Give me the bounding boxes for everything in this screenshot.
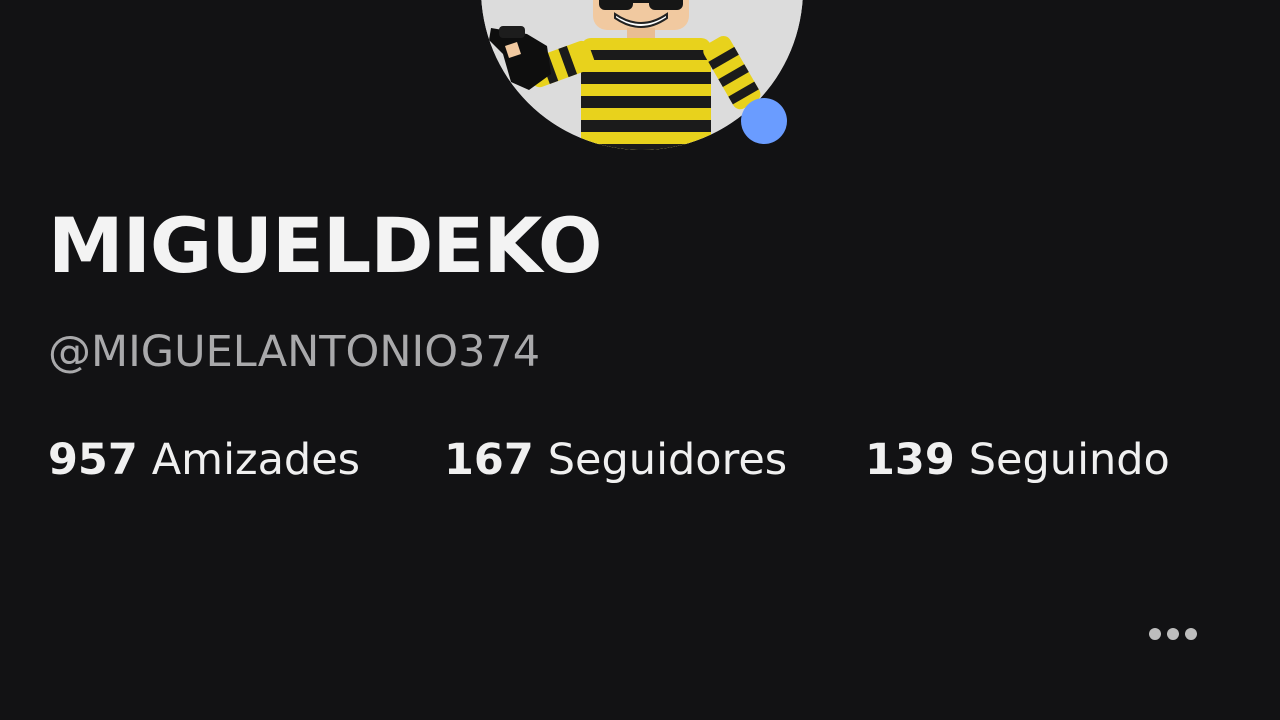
following-stat[interactable]: 139 Seguindo [865,432,1170,488]
friends-label: Amizades [151,435,361,485]
presence-status-dot [741,98,787,144]
friends-count: 957 [48,435,138,485]
profile-page: MIGUELDEKO @MIGUELANTONIO374 957 Amizades… [0,0,1280,720]
followers-count: 167 [444,435,534,485]
followers-label: Seguidores [547,435,788,485]
following-label: Seguindo [968,435,1170,485]
more-horizontal-icon-dot [1185,628,1197,640]
display-name: MIGUELDEKO [48,201,602,290]
friends-stat[interactable]: 957 Amizades [48,432,360,488]
username: @MIGUELANTONIO374 [48,327,541,377]
more-horizontal-icon [1149,628,1161,640]
followers-stat[interactable]: 167 Seguidores [444,432,787,488]
more-horizontal-icon-dot [1167,628,1179,640]
profile-stats: 957 Amizades 167 Seguidores 139 Seguindo [48,432,1248,488]
following-count: 139 [865,435,955,485]
more-options-button[interactable] [1140,617,1206,651]
avatar-container[interactable] [481,0,803,150]
